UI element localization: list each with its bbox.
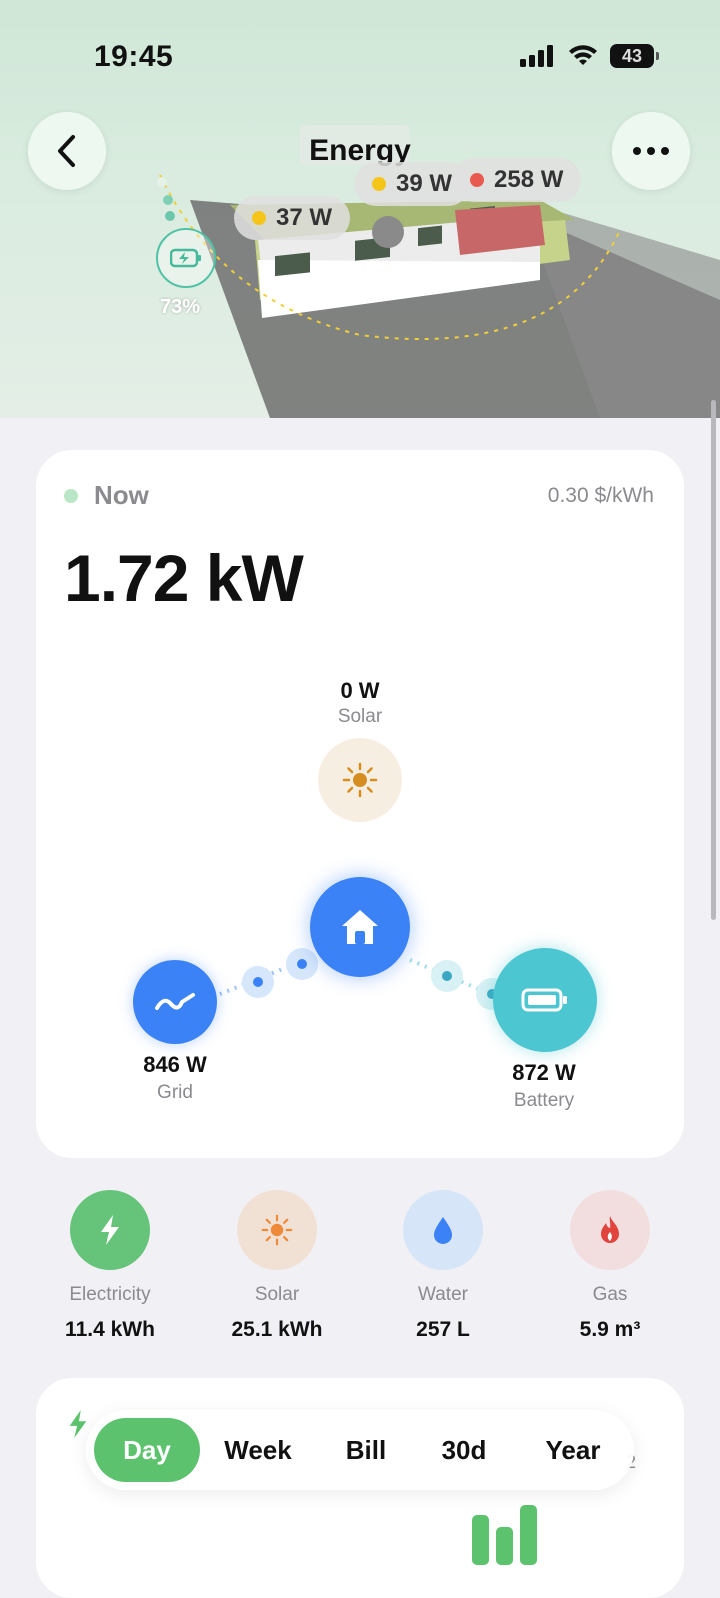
sun-icon [342,762,378,798]
cellular-signal-icon [520,45,553,67]
category-value: 257 L [416,1318,470,1341]
live-indicator-dot [64,489,78,503]
solar-power-value: 0 W [340,678,380,703]
usage-bar [496,1527,513,1565]
usage-bar [520,1505,537,1565]
tab-week[interactable]: Week [208,1418,308,1482]
battery-status-icon: 43 [610,44,659,68]
electricity-icon-circle [70,1190,150,1270]
status-time: 19:45 [94,40,174,73]
category-water[interactable]: Water 257 L [363,1190,523,1342]
device-power-value: 39 W [396,170,453,197]
device-power-tag[interactable]: 258 W [452,158,582,202]
house-icon [342,910,378,944]
electricity-price: 0.30 $/kWh [547,484,654,507]
tab-year[interactable]: Year [522,1418,624,1482]
category-name: Gas [592,1284,628,1305]
bolt-icon [101,1215,119,1245]
scrollbar[interactable] [711,400,716,920]
solar-node[interactable] [318,738,402,822]
battery-node[interactable] [493,948,597,1052]
wifi-icon [569,45,597,65]
status-dot [372,177,386,191]
tab-bill[interactable]: Bill [322,1418,410,1482]
category-value: 5.9 m³ [579,1318,641,1341]
grid-wave-icon [155,993,195,1010]
category-name: Electricity [69,1284,151,1305]
grid-node[interactable] [133,960,217,1044]
usage-bar [472,1515,489,1565]
water-drop-icon [434,1217,452,1244]
grid-label: Grid [157,1082,193,1103]
category-solar[interactable]: Solar 25.1 kWh [197,1190,357,1342]
grid-power-value: 846 W [143,1052,207,1077]
bolt-icon [69,1410,87,1438]
water-icon-circle [403,1190,483,1270]
home-battery-node[interactable] [156,228,216,288]
total-power: 1.72 kW [64,541,304,615]
period-selector[interactable]: Day Week Bill 30d Year [86,1410,634,1490]
status-dot [252,211,266,225]
category-electricity[interactable]: Electricity 11.4 kWh [30,1190,190,1342]
category-value: 11.4 kWh [65,1318,155,1341]
category-name: Solar [254,1284,300,1305]
status-icons: 43 [520,44,659,68]
flame-icon [601,1216,619,1243]
ellipsis-icon [633,147,669,155]
battery-percentage: 73% [160,296,201,318]
battery-icon [521,988,567,1012]
category-value: 25.1 kWh [231,1318,323,1341]
now-label: Now [94,480,149,510]
status-dot [470,173,484,187]
tab-day[interactable]: Day [94,1418,200,1482]
home-node[interactable] [310,877,410,977]
tab-30d[interactable]: 30d [420,1418,508,1482]
device-power-value: 258 W [494,166,564,193]
more-options-button[interactable] [612,112,690,190]
home-3d-view[interactable]: 19:45 43 Energy 37 W 39 W 258 W 73% [0,0,720,418]
gas-icon-circle [570,1190,650,1270]
solar-icon-circle [237,1190,317,1270]
battery-charging-icon [170,248,201,268]
device-power-value: 37 W [276,204,333,231]
solar-label: Solar [337,706,383,727]
category-name: Water [418,1284,468,1305]
device-power-tag[interactable]: 37 W [234,196,351,240]
sun-icon [261,1214,293,1246]
battery-label: Battery [513,1090,575,1111]
battery-power-value: 872 W [512,1060,576,1085]
usage-bar-chart [472,1505,537,1565]
category-gas[interactable]: Gas 5.9 m³ [530,1190,690,1342]
